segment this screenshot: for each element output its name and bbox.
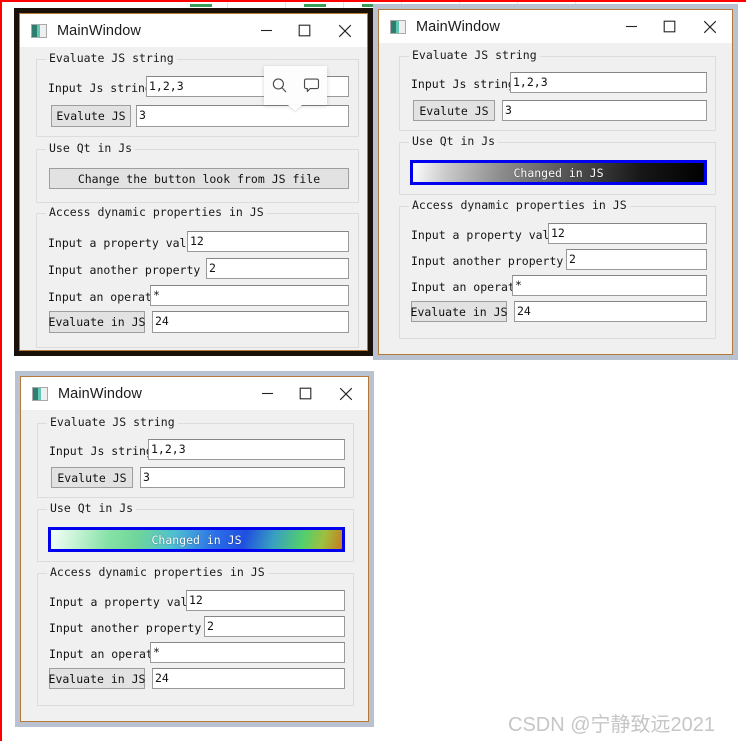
window-2-client-area: Evaluate JS string Input Js string 1,2,3… [379, 43, 732, 354]
groupbox-title: Use Qt in Js [46, 141, 136, 155]
groupbox-use-qt-in-js: Use Qt in Js Changed in JS [37, 501, 354, 562]
operator-field[interactable]: * [150, 642, 345, 663]
another-property-value-field[interactable]: 2 [204, 616, 345, 637]
property-value-field[interactable]: 12 [186, 590, 345, 611]
label-input-a-property-value: Input a property value [48, 236, 201, 250]
label-input-a-property-value: Input a property value [49, 595, 202, 609]
input-js-string-field[interactable]: 1,2,3 [148, 439, 345, 460]
operator-field[interactable]: * [512, 275, 707, 296]
window-3-client-area: Evaluate JS string Input Js string 1,2,3… [21, 410, 368, 721]
groupbox-access-dynamic-properties: Access dynamic properties in JS Input a … [36, 205, 359, 348]
window-2-titlebar[interactable]: MainWindow [379, 10, 732, 43]
window-2-frame: MainWindow Evaluate JS string Input Js s… [378, 9, 733, 355]
window-title: MainWindow [58, 385, 142, 402]
maximize-icon[interactable] [650, 11, 688, 43]
property-value-field[interactable]: 12 [548, 223, 707, 244]
window-mainwindow-1[interactable]: MainWindow Evaluate JS string Input Js s… [14, 8, 373, 356]
evaluate-in-js-result-field[interactable]: 24 [152, 311, 349, 333]
groupbox-title: Evaluate JS string [46, 51, 177, 65]
close-icon[interactable] [324, 378, 368, 410]
app-icon [31, 23, 47, 38]
groupbox-title: Access dynamic properties in JS [409, 198, 630, 212]
another-property-value-field[interactable]: 2 [206, 258, 349, 279]
close-icon[interactable] [323, 15, 367, 47]
label-input-js-string: Input Js string [411, 77, 515, 91]
close-icon[interactable] [688, 11, 732, 43]
minimize-icon[interactable] [612, 11, 650, 43]
window-mainwindow-2[interactable]: MainWindow Evaluate JS string Input Js s… [373, 4, 738, 360]
window-mainwindow-3[interactable]: MainWindow Evaluate JS string Input Js s… [15, 371, 374, 727]
evalute-js-button[interactable]: Evalute JS [51, 105, 131, 127]
minimize-icon[interactable] [248, 378, 286, 410]
groupbox-title: Use Qt in Js [47, 501, 137, 515]
another-property-value-field[interactable]: 2 [566, 249, 707, 270]
groupbox-title: Use Qt in Js [409, 134, 499, 148]
window-3-titlebar[interactable]: MainWindow [21, 377, 368, 410]
groupbox-evaluate-js-string: Evaluate JS string Input Js string 1,2,3… [399, 48, 716, 131]
evalute-js-result-field[interactable]: 3 [502, 100, 707, 121]
label-input-js-string: Input Js string [48, 81, 152, 95]
operator-field[interactable]: * [150, 285, 349, 306]
evalute-js-result-field[interactable]: 3 [140, 467, 345, 488]
evalute-js-button[interactable]: Evalute JS [413, 100, 495, 121]
evaluate-in-js-button[interactable]: Evaluate in JS [49, 311, 145, 333]
maximize-icon[interactable] [285, 15, 323, 47]
groupbox-title: Evaluate JS string [47, 415, 178, 429]
csdn-watermark: CSDN @宁静致远2021 [508, 714, 716, 736]
window-3-frame: MainWindow Evaluate JS string Input Js s… [20, 376, 369, 722]
evalute-js-result-field[interactable]: 3 [136, 105, 349, 127]
groupbox-title: Access dynamic properties in JS [46, 205, 267, 219]
popup-tail-arrow [288, 105, 302, 111]
groupbox-access-dynamic-properties: Access dynamic properties in JS Input a … [37, 565, 354, 706]
window-title: MainWindow [57, 22, 141, 39]
groupbox-access-dynamic-properties: Access dynamic properties in JS Input a … [399, 198, 716, 339]
label-input-a-property-value: Input a property value [411, 228, 564, 242]
minimize-icon[interactable] [247, 15, 285, 47]
evaluate-in-js-result-field[interactable]: 24 [152, 668, 345, 689]
input-js-string-field[interactable]: 1,2,3 [510, 72, 707, 93]
label-input-an-operator: Input an operator [48, 290, 166, 304]
evaluate-in-js-button[interactable]: Evaluate in JS [49, 668, 145, 689]
floating-action-popup[interactable] [264, 66, 327, 105]
search-icon[interactable] [271, 77, 288, 94]
label-input-js-string: Input Js string [49, 444, 153, 458]
changed-in-js-button[interactable]: Changed in JS [410, 160, 707, 185]
app-icon [32, 386, 48, 401]
evalute-js-button[interactable]: Evalute JS [51, 467, 133, 488]
change-button-look-button[interactable]: Change the button look from JS file [49, 168, 349, 189]
groupbox-title: Access dynamic properties in JS [47, 565, 268, 579]
groupbox-use-qt-in-js: Use Qt in Js Changed in JS [399, 134, 716, 195]
comment-icon[interactable] [303, 77, 320, 94]
window-1-frame: MainWindow Evaluate JS string Input Js s… [19, 13, 368, 351]
evaluate-in-js-result-field[interactable]: 24 [514, 301, 707, 322]
window-title: MainWindow [416, 18, 500, 35]
groupbox-evaluate-js-string: Evaluate JS string Input Js string 1,2,3… [37, 415, 354, 498]
maximize-icon[interactable] [286, 378, 324, 410]
property-value-field[interactable]: 12 [187, 231, 349, 252]
changed-in-js-button[interactable]: Changed in JS [48, 527, 345, 552]
window-1-titlebar[interactable]: MainWindow [20, 14, 367, 47]
groupbox-title: Evaluate JS string [409, 48, 540, 62]
evaluate-in-js-button[interactable]: Evaluate in JS [411, 301, 507, 322]
groupbox-use-qt-in-js: Use Qt in Js Change the button look from… [36, 141, 359, 203]
app-icon [390, 19, 406, 34]
